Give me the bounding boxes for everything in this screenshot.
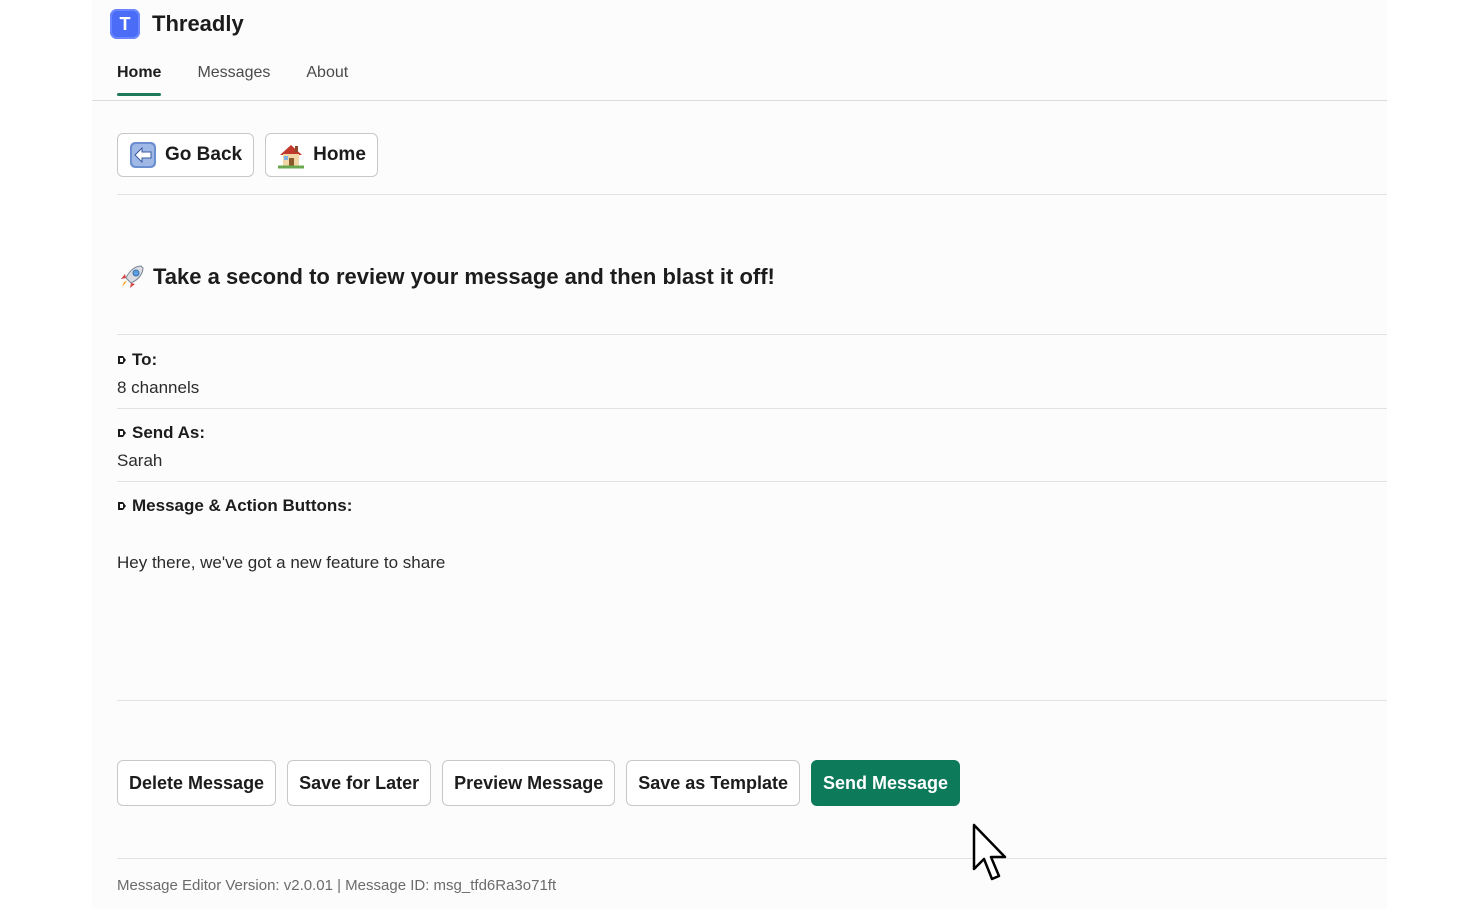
go-back-button[interactable]: Go Back (117, 133, 255, 177)
section-divider (117, 700, 1387, 701)
go-back-label: Go Back (165, 144, 243, 165)
message-label-text: Message & Action Buttons: (132, 496, 353, 515)
nav-buttons: Go Back Home (117, 133, 378, 177)
save-for-later-button[interactable]: Save for Later (287, 760, 432, 806)
tab-home[interactable]: Home (117, 64, 162, 96)
send-as-label: Send As: (117, 423, 205, 443)
mouse-cursor-icon (972, 823, 1007, 881)
back-arrow-icon (130, 142, 156, 168)
tabs-divider (92, 100, 1387, 101)
headline-text: Take a second to review your message and… (153, 264, 775, 289)
section-divider (117, 408, 1387, 409)
to-value: 8 channels (117, 378, 200, 397)
action-buttons: Delete Message Save for Later Preview Me… (117, 760, 961, 806)
tab-about[interactable]: About (306, 64, 348, 94)
section-divider (117, 334, 1387, 335)
footer-divider (117, 858, 1387, 859)
send-as-label-text: Send As: (132, 423, 206, 442)
app-name: Threadly (152, 11, 244, 36)
message-label: Message & Action Buttons: (117, 496, 352, 516)
save-as-template-button[interactable]: Save as Template (626, 760, 800, 806)
app-logo: T (110, 9, 140, 39)
home-label: Home (313, 144, 366, 165)
home-button[interactable]: Home (265, 133, 378, 177)
send-message-button[interactable]: Send Message (810, 760, 961, 806)
to-label-text: To: (132, 350, 158, 369)
message-body: Hey there, we've got a new feature to sh… (117, 553, 446, 572)
bullet-icon (118, 429, 126, 437)
review-headline: Take a second to review your message and… (117, 262, 775, 292)
delete-message-button[interactable]: Delete Message (117, 760, 277, 806)
footer-version-info: Message Editor Version: v2.0.01 | Messag… (117, 877, 557, 894)
tab-bar: Home Messages About (117, 64, 348, 96)
send-as-value: Sarah (117, 451, 163, 470)
app-header: T Threadly (110, 8, 244, 40)
bullet-icon (118, 502, 126, 510)
preview-message-button[interactable]: Preview Message (442, 760, 616, 806)
house-icon (278, 145, 305, 169)
section-divider (117, 194, 1387, 195)
section-divider (117, 481, 1387, 482)
rocket-icon (121, 265, 144, 288)
to-label: To: (117, 350, 157, 370)
tab-messages[interactable]: Messages (197, 64, 270, 94)
bullet-icon (118, 356, 126, 364)
